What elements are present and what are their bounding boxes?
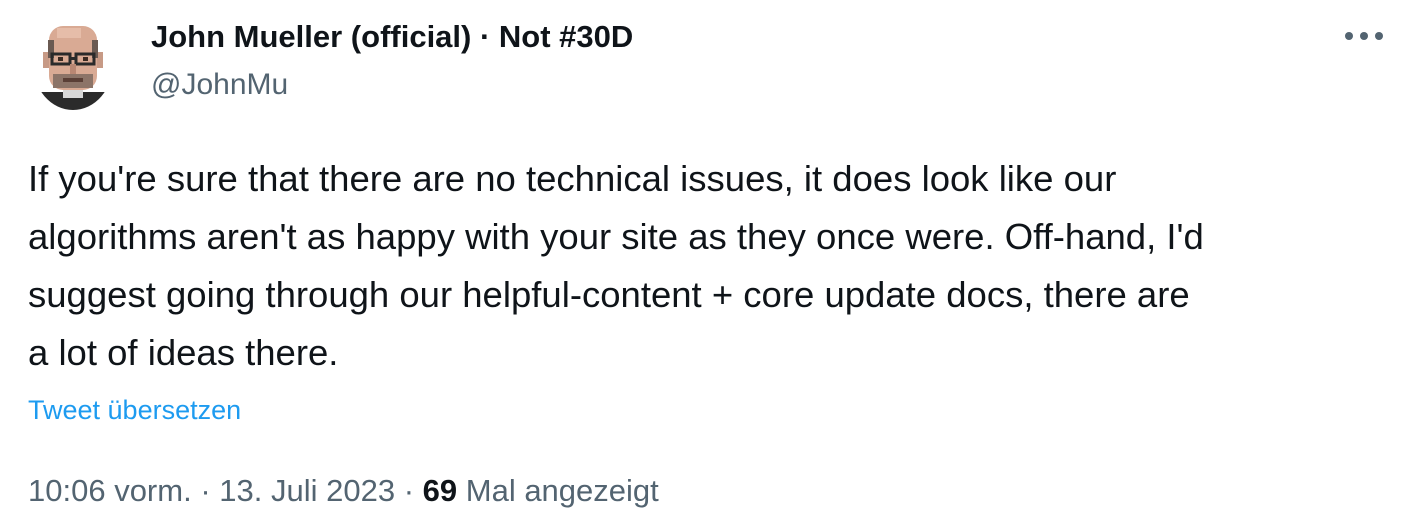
more-horizontal-icon: [1345, 32, 1383, 40]
tweet-date: 13. Juli 2023: [219, 473, 396, 508]
author-display-name[interactable]: John Mueller (official) · Not #30D: [151, 18, 633, 56]
views-label: Mal angezeigt: [465, 473, 659, 508]
meta-separator: ·: [191, 473, 220, 508]
meta-separator: ·: [395, 473, 423, 508]
tweet-time: 10:06 vorm.: [28, 473, 192, 508]
pixel-art-portrait-avatar-icon: [33, 18, 113, 110]
author-handle[interactable]: @JohnMu: [151, 66, 633, 104]
author-avatar[interactable]: [33, 18, 113, 110]
tweet-text: If you're sure that there are no technic…: [28, 158, 1204, 373]
translate-tweet-link[interactable]: Tweet übersetzen: [28, 392, 241, 428]
tweet-timestamp[interactable]: 10:06 vorm. · 13. Juli 2023: [28, 473, 395, 508]
tweet-card: John Mueller (official) · Not #30D @John…: [0, 0, 1416, 525]
author-block: John Mueller (official) · Not #30D @John…: [151, 18, 633, 104]
tweet-metadata: 10:06 vorm. · 13. Juli 2023 · 69 Mal ang…: [28, 470, 659, 512]
views-count: 69: [422, 473, 458, 508]
more-options-button[interactable]: [1336, 18, 1392, 54]
